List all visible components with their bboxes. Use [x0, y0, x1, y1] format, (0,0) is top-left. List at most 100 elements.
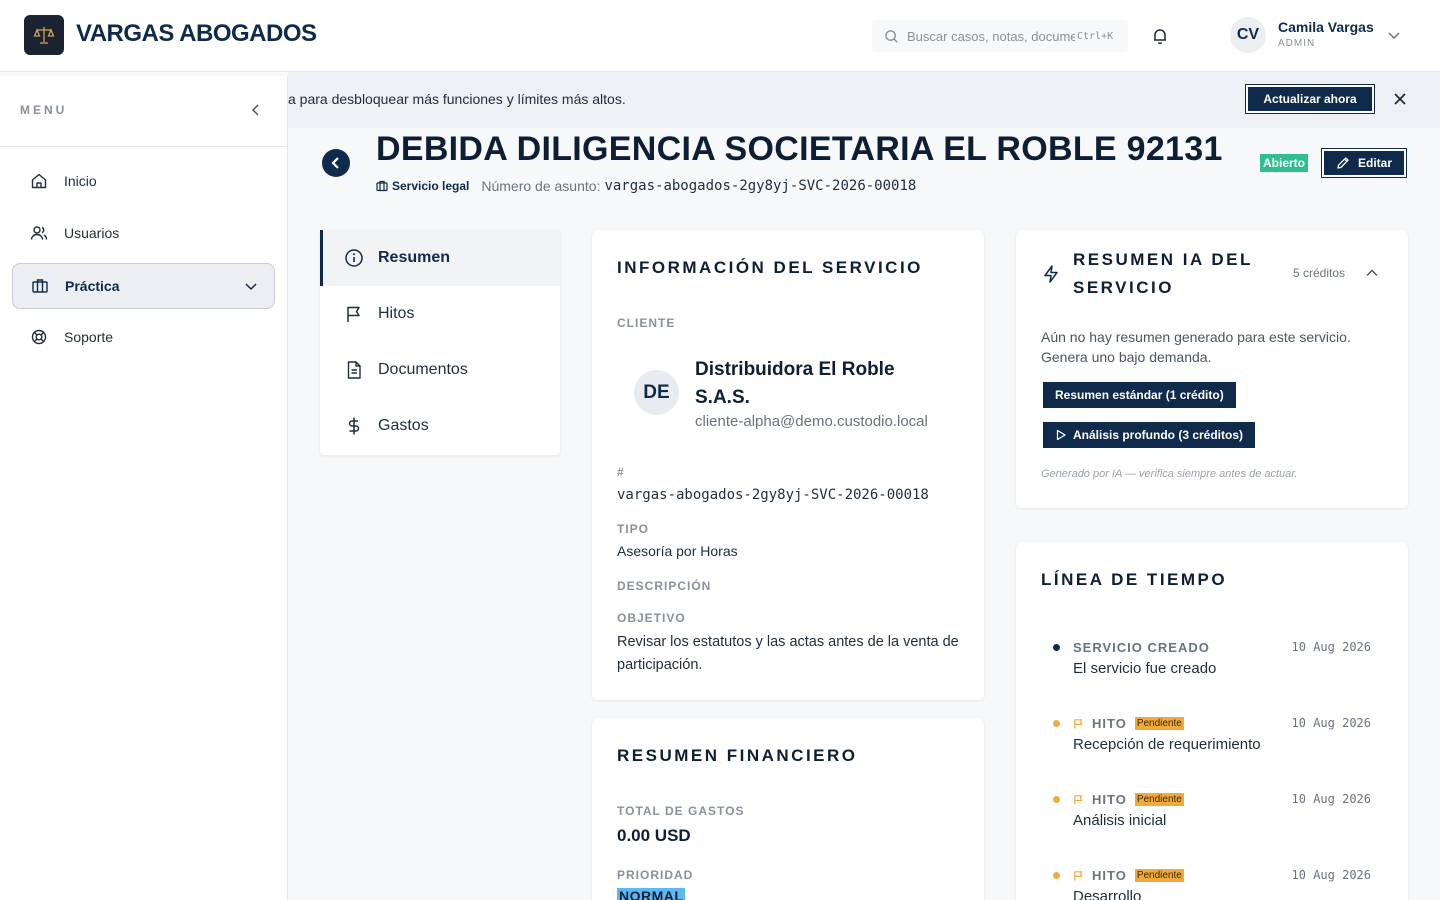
matter-number: vargas-abogados-2gy8yj-SVC-2026-00018	[604, 178, 917, 194]
briefcase-icon	[32, 279, 48, 293]
pending-badge: Pendiente	[1134, 793, 1184, 806]
deep-analysis-button[interactable]: Análisis profundo (3 créditos)	[1043, 422, 1256, 448]
arrow-left-icon	[331, 157, 339, 169]
flag-icon	[1074, 795, 1083, 805]
chevron-left-icon	[251, 104, 259, 116]
timeline-dot	[1053, 644, 1060, 651]
sidebar-item-label: Práctica	[65, 278, 120, 294]
tab-gastos[interactable]: Gastos	[320, 398, 560, 454]
timeline-desc: Desarrollo	[1073, 888, 1142, 900]
tab-label: Gastos	[378, 417, 429, 434]
lifebuoy-icon	[31, 329, 47, 345]
chevron-up-icon	[1366, 269, 1378, 277]
service-number: vargas-abogados-2gy8yj-SVC-2026-00018	[617, 487, 929, 503]
users-icon	[30, 226, 48, 240]
sidebar-item-label: Inicio	[64, 173, 97, 189]
user-role: ADMIN	[1278, 38, 1316, 49]
sidebar-item-practica[interactable]: Práctica	[12, 263, 275, 309]
tab-hitos[interactable]: Hitos	[320, 286, 560, 342]
timeline-kind-label: SERVICIO CREADO	[1073, 640, 1210, 655]
global-search[interactable]: Ctrl+K	[872, 20, 1128, 52]
timeline-dot	[1053, 872, 1060, 879]
dollar-icon	[348, 417, 360, 435]
document-icon	[347, 361, 361, 379]
priority-badge: NORMAL	[617, 888, 686, 900]
sidebar-item-soporte[interactable]: Soporte	[12, 314, 275, 360]
number-label: #	[617, 465, 625, 479]
flag-icon	[1074, 719, 1083, 729]
timeline-kind: HITO Pendiente	[1073, 716, 1184, 731]
sidebar-item-label: Usuarios	[64, 225, 120, 241]
objective-label: OBJETIVO	[617, 611, 686, 625]
service-type: Asesoría por Horas	[617, 543, 738, 559]
edit-button[interactable]: Editar	[1322, 149, 1406, 177]
top-header: VARGAS ABOGADOS Ctrl+K CV Camila Vargas …	[0, 0, 1440, 72]
sidebar: MENU Inicio Usuarios Práctica Soporte	[0, 76, 288, 900]
objective-text: Revisar los estatutos y las actas antes …	[617, 634, 959, 673]
standard-summary-button[interactable]: Resumen estándar (1 crédito)	[1043, 382, 1236, 408]
user-avatar[interactable]: CV	[1230, 17, 1266, 53]
search-input[interactable]	[907, 28, 1075, 44]
brand-logo[interactable]	[24, 15, 64, 55]
ai-empty-note: Aún no hay resumen generado para este se…	[1041, 329, 1351, 365]
sidebar-item-inicio[interactable]: Inicio	[12, 158, 275, 204]
timeline-card: LÍNEA DE TIEMPO SERVICIO CREADO 10 Aug 2…	[1016, 542, 1408, 900]
user-name[interactable]: Camila Vargas	[1278, 19, 1374, 35]
scales-icon	[33, 27, 55, 44]
tab-label: Resumen	[378, 249, 451, 266]
timeline-kind-label: HITO	[1092, 868, 1127, 883]
tab-label: Documentos	[378, 361, 468, 378]
timeline-dot	[1053, 796, 1060, 803]
tab-resumen[interactable]: Resumen	[320, 230, 560, 286]
ai-disclaimer: Generado por IA — verifica siempre antes…	[1041, 468, 1298, 480]
lightning-icon	[1044, 265, 1058, 283]
service-type-tag: Servicio legal	[392, 179, 470, 193]
client-name[interactable]: Distribuidora El Roble S.A.S.	[695, 356, 925, 412]
flag-icon	[1074, 871, 1083, 881]
notifications-button[interactable]	[1148, 24, 1172, 48]
timeline-kind-label: HITO	[1092, 716, 1127, 731]
flag-icon	[347, 306, 360, 322]
close-icon	[1394, 93, 1406, 105]
chevron-down-icon	[245, 283, 257, 291]
service-info-card: INFORMACIÓN DEL SERVICIO CLIENTE DE Dist…	[592, 230, 984, 700]
timeline-desc: Recepción de requerimiento	[1073, 736, 1261, 753]
ai-collapse-toggle[interactable]	[1364, 265, 1380, 286]
user-menu-toggle[interactable]	[1386, 27, 1402, 48]
service-tabs: Resumen Hitos Documentos Gastos	[320, 230, 560, 455]
sidebar-divider	[0, 146, 287, 147]
back-button[interactable]	[322, 149, 350, 177]
tab-documentos[interactable]: Documentos	[320, 342, 560, 398]
timeline-kind: HITO Pendiente	[1073, 792, 1184, 807]
edit-button-label: Editar	[1357, 156, 1392, 170]
search-icon	[885, 29, 898, 43]
timeline-date: 10 Aug 2026	[1291, 868, 1371, 882]
service-meta: Servicio legal Número de asunto: vargas-…	[376, 178, 916, 194]
timeline-date: 10 Aug 2026	[1291, 792, 1371, 806]
bell-icon	[1154, 29, 1166, 45]
sidebar-collapse-button[interactable]	[246, 100, 266, 120]
sidebar-item-usuarios[interactable]: Usuarios	[12, 210, 275, 256]
card-title: RESUMEN IA DEL SERVICIO	[1073, 250, 1253, 297]
info-icon	[345, 249, 363, 267]
client-email[interactable]: cliente-alpha@demo.custodio.local	[695, 413, 928, 430]
ai-summary-card: RESUMEN IA DEL SERVICIO 5 créditos Aún n…	[1016, 230, 1408, 508]
financial-summary-card: RESUMEN FINANCIERO TOTAL DE GASTOS 0.00 …	[592, 718, 984, 900]
timeline-kind: HITO Pendiente	[1073, 868, 1184, 883]
timeline-kind-label: HITO	[1092, 792, 1127, 807]
banner-close-button[interactable]	[1390, 89, 1410, 109]
total-expenses-value: 0.00 USD	[617, 826, 691, 845]
card-title: INFORMACIÓN DEL SERVICIO	[617, 258, 923, 277]
timeline-desc: Análisis inicial	[1073, 812, 1167, 829]
timeline-kind: SERVICIO CREADO	[1073, 640, 1210, 655]
brand-name[interactable]: VARGAS ABOGADOS	[76, 20, 317, 48]
description-label: DESCRIPCIÓN	[617, 579, 712, 593]
pending-badge: Pendiente	[1134, 869, 1184, 882]
timeline-date: 10 Aug 2026	[1291, 640, 1371, 654]
home-icon	[31, 173, 47, 189]
search-shortcut: Ctrl+K	[1077, 30, 1114, 42]
chevron-down-icon	[1388, 32, 1400, 40]
ai-credits: 5 créditos	[1293, 266, 1346, 280]
upgrade-now-button[interactable]: Actualizar ahora	[1246, 85, 1374, 113]
banner-text: a para desbloquear más funciones y límit…	[288, 91, 626, 107]
